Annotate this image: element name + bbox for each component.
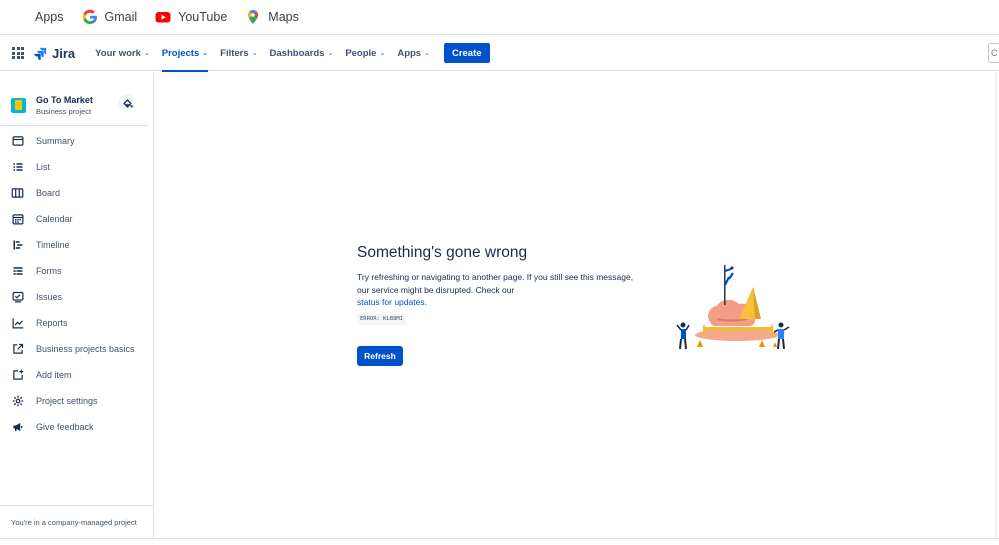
chevron-down-icon: ⌄ — [202, 50, 209, 57]
sidebar-item-forms[interactable]: Forms — [0, 258, 150, 284]
maps-pin-icon — [248, 9, 259, 24]
error-code: ERROR: KLB8MI — [357, 314, 407, 325]
error-message-line: our service might be disrupted. Check ou… — [357, 284, 515, 295]
calendar-icon — [11, 213, 24, 226]
jira-logo-icon — [34, 47, 47, 60]
timeline-icon — [11, 239, 24, 252]
issues-icon — [11, 291, 24, 304]
status-link[interactable]: status for updates. — [357, 297, 427, 307]
megaphone-icon — [11, 421, 24, 434]
nav-people[interactable]: People ⌄ — [345, 36, 385, 71]
nav-label: Filters — [220, 47, 249, 59]
project-info: Go To Market Business project — [36, 94, 93, 117]
scrollbar[interactable] — [995, 72, 999, 538]
bookmarks-bar: Apps Gmail YouTube Maps — [0, 0, 999, 35]
sidebar-item-timeline[interactable]: Timeline — [0, 232, 150, 258]
nav-label: Dashboards — [269, 47, 325, 59]
paint-bucket-icon[interactable] — [118, 94, 136, 112]
bookmark-youtube[interactable]: YouTube — [155, 9, 227, 25]
sidebar-item-label: Business projects basics — [36, 344, 135, 354]
sidebar-item-label: Add item — [36, 370, 72, 380]
nav-label: Apps — [397, 47, 422, 59]
sidebar-item-calendar[interactable]: Calendar — [0, 206, 150, 232]
nav-filters[interactable]: Filters ⌄ — [220, 36, 257, 71]
sidebar-item-label: Board — [36, 188, 61, 198]
sidebar-item-label: Project settings — [36, 396, 98, 406]
main-content: Something's gone wrong Try refreshing or… — [155, 72, 999, 538]
search-input[interactable]: C — [988, 43, 999, 63]
apps-grid-icon — [12, 9, 28, 25]
sidebar-item-list[interactable]: List — [0, 154, 150, 180]
project-sidebar: Go To Market Business project Summary Li… — [0, 72, 154, 538]
sidebar-item-issues[interactable]: Issues — [0, 284, 150, 310]
sidebar-nav: Summary List Board Calendar Timeline For… — [0, 128, 150, 440]
jira-logo[interactable]: Jira — [34, 46, 75, 61]
external-link-icon — [11, 343, 24, 356]
nav-your-work[interactable]: Your work ⌄ — [95, 36, 150, 71]
bookmark-apps[interactable]: Apps — [12, 9, 64, 25]
refresh-button[interactable]: Refresh — [357, 346, 403, 366]
forms-icon — [11, 265, 24, 278]
bookmark-label: Maps — [268, 10, 299, 24]
chevron-down-icon: ⌄ — [327, 50, 334, 57]
youtube-icon — [155, 12, 171, 23]
project-type: Business project — [36, 106, 92, 116]
chevron-down-icon: ⌄ — [143, 50, 150, 57]
sidebar-item-board[interactable]: Board — [0, 180, 150, 206]
bookmark-label: Gmail — [104, 10, 138, 24]
nav-dashboards[interactable]: Dashboards ⌄ — [270, 36, 334, 71]
error-title: Something's gone wrong — [357, 244, 528, 261]
sidebar-footer: You're in a company-managed project — [0, 505, 153, 538]
nav-label: People — [345, 47, 377, 59]
list-icon — [11, 161, 24, 174]
sidebar-item-project-settings[interactable]: Project settings — [0, 388, 150, 414]
bookmark-label: Apps — [35, 10, 64, 24]
error-illustration — [676, 265, 790, 350]
window-bottom-border — [0, 538, 999, 539]
project-name: Go To Market — [36, 94, 93, 105]
sidebar-divider — [0, 125, 148, 126]
sidebar-item-label: Forms — [36, 266, 62, 276]
sidebar-item-label: Timeline — [36, 240, 70, 250]
nav-label: Your work — [95, 47, 141, 59]
sidebar-item-label: Summary — [36, 136, 75, 146]
top-navigation: Jira Your work ⌄ Projects ⌄ Filters ⌄ Dashb… — [0, 36, 999, 72]
bookmark-maps[interactable]: Maps — [245, 9, 299, 25]
create-button[interactable]: Create — [443, 43, 490, 63]
sidebar-item-give-feedback[interactable]: Give feedback — [0, 414, 150, 440]
gear-icon — [11, 395, 24, 408]
sidebar-item-reports[interactable]: Reports — [0, 310, 150, 336]
add-item-icon — [11, 369, 24, 382]
bookmark-gmail[interactable]: Gmail — [82, 9, 138, 25]
app-switcher-icon[interactable] — [12, 47, 24, 59]
chevron-down-icon: ⌄ — [379, 50, 386, 57]
sidebar-item-label: List — [36, 162, 51, 172]
sidebar-item-add-item[interactable]: Add item — [0, 362, 150, 388]
project-header[interactable]: Go To Market Business project — [0, 86, 148, 124]
error-message-line: Try refreshing or navigating to another … — [357, 272, 634, 282]
sidebar-item-business-projects-basics[interactable]: Business projects basics — [0, 336, 150, 362]
board-icon — [11, 187, 24, 200]
product-name: Jira — [52, 45, 76, 61]
chevron-down-icon: ⌄ — [424, 50, 430, 57]
error-message: Try refreshing or navigating to another … — [357, 271, 657, 309]
nav-label: Projects — [161, 47, 200, 59]
summary-icon — [11, 135, 24, 148]
google-g-icon — [82, 9, 97, 25]
sidebar-item-label: Reports — [36, 318, 68, 328]
sidebar-item-label: Issues — [36, 292, 63, 302]
bookmark-label: YouTube — [178, 10, 228, 24]
nav-projects[interactable]: Projects ⌄ — [161, 36, 209, 72]
sidebar-item-summary[interactable]: Summary — [0, 128, 150, 154]
sidebar-item-label: Calendar — [36, 214, 73, 224]
sidebar-item-label: Give feedback — [36, 422, 94, 432]
chevron-down-icon: ⌄ — [251, 50, 258, 57]
project-avatar — [11, 97, 26, 113]
nav-apps[interactable]: Apps ⌄ — [397, 36, 430, 71]
reports-icon — [11, 317, 24, 330]
